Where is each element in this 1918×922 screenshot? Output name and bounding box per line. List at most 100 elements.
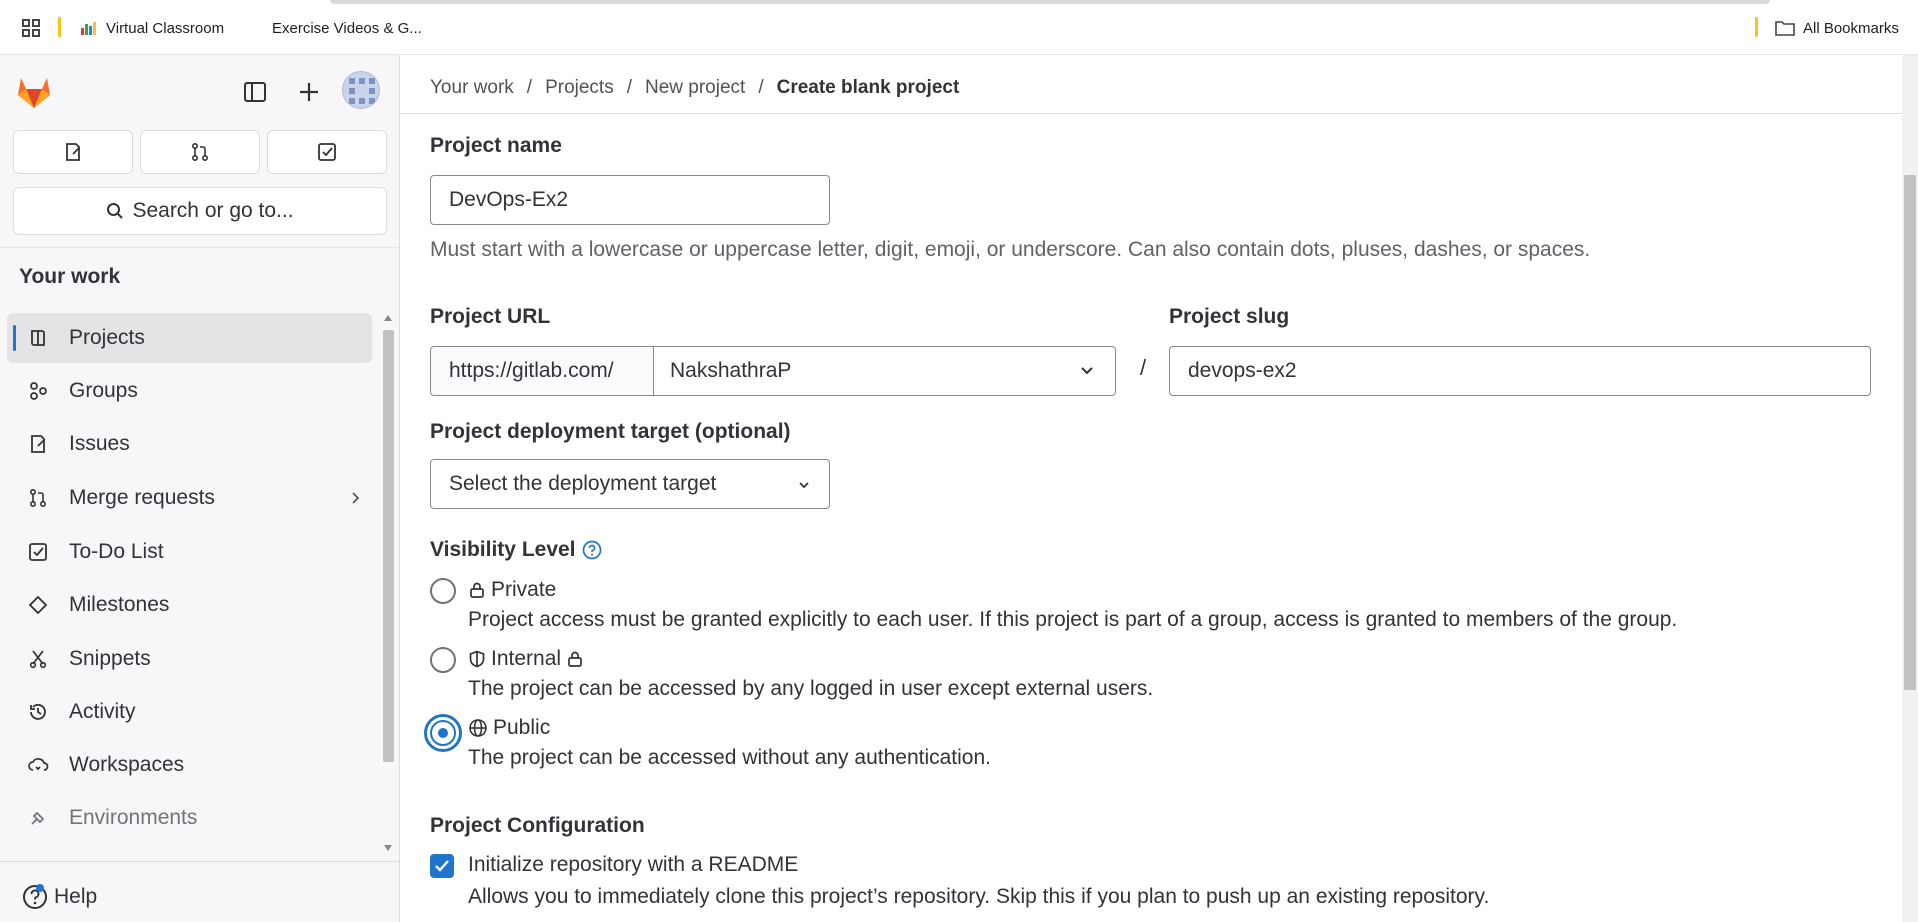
sidebar-item-label: Merge requests [69,486,215,509]
chevron-down-icon [1079,363,1095,379]
sidebar-item-milestones[interactable]: Milestones [7,580,372,630]
scroll-up-arrow-icon[interactable] [383,314,393,322]
breadcrumb-projects[interactable]: Projects [545,77,614,99]
breadcrumb-new-project[interactable]: New project [645,77,745,99]
sidebar-item-label: Activity [69,700,136,723]
bookmark-exercise-videos[interactable]: Exercise Videos & G... [248,16,422,40]
visibility-option-label: Private [491,578,557,601]
namespace-select[interactable]: NakshathraP [653,346,1116,396]
sidebar-item-label: To-Do List [69,540,164,563]
main-content: Your work / Projects / New project / Cre… [400,55,1918,922]
visibility-internal-radio[interactable] [430,647,456,673]
main-scroll-thumb[interactable] [1904,175,1916,690]
sidebar-item-label: Issues [69,432,130,455]
visibility-public-desc: The project can be accessed without any … [468,746,991,769]
issues-icon [27,433,49,455]
all-bookmarks-button[interactable]: All Bookmarks [1775,16,1899,40]
chart-favicon-icon [80,20,98,36]
blank-favicon-icon [248,20,266,36]
deployment-target-value: Select the deployment target [449,472,717,495]
sidebar-scrollbar[interactable] [380,308,396,858]
project-slug-label: Project slug [1169,305,1290,328]
sidebar-footer: Help [0,861,400,922]
project-icon [27,327,49,349]
visibility-public-radio[interactable] [430,720,456,746]
checkmark-icon [435,860,449,872]
bookmark-separator [1755,17,1758,37]
sidebar-item-environments[interactable]: Environments [7,793,372,843]
todo-icon [27,541,49,563]
deployment-target-label: Project deployment target (optional) [430,420,791,443]
help-button[interactable]: Help [22,884,97,910]
sidebar-item-projects[interactable]: Projects [7,313,372,363]
sidebar-item-label: Projects [69,326,145,349]
bookmark-label: Exercise Videos & G... [272,19,422,37]
visibility-private-radio[interactable] [430,578,456,604]
main-scrollbar[interactable] [1902,55,1918,922]
sidebar-item-activity[interactable]: Activity [7,687,372,737]
todo-button[interactable] [267,130,387,174]
readme-desc: Allows you to immediately clone this pro… [468,885,1490,908]
new-plus-icon[interactable] [292,75,326,109]
search-icon [106,202,124,220]
globe-icon [468,718,488,738]
visibility-private-option[interactable]: Private [468,578,556,602]
sidebar-item-todo-list[interactable]: To-Do List [7,527,372,577]
sidebar-item-groups[interactable]: Groups [7,366,372,416]
project-configuration-label: Project Configuration [430,814,645,837]
gitlab-logo-icon[interactable] [16,75,52,109]
lock-icon [468,581,486,599]
visibility-level-label: Visibility Level [430,538,576,561]
question-help-icon[interactable] [582,540,602,560]
todo-icon [317,142,337,162]
snippet-icon [27,648,49,670]
project-name-hint: Must start with a lowercase or uppercase… [430,238,1591,261]
search-label: Search or go to... [132,199,294,222]
chevron-down-icon [797,479,811,491]
bookmark-label: Virtual Classroom [106,19,225,37]
assigned-issues-button[interactable] [13,130,133,174]
project-name-label: Project name [430,134,562,157]
sidebar-item-issues[interactable]: Issues [7,419,372,469]
workspace-icon [27,754,49,776]
issues-icon [63,142,83,162]
chevron-right-icon [350,491,360,505]
sidebar-item-workspaces[interactable]: Workspaces [7,740,372,790]
search-button[interactable]: Search or go to... [13,187,387,235]
bookmarks-bar: Virtual Classroom Exercise Videos & G...… [0,0,1918,55]
milestone-icon [27,594,49,616]
visibility-internal-option[interactable]: Internal [468,647,584,671]
url-prefix: https://gitlab.com/ [430,346,654,396]
scroll-down-arrow-icon[interactable] [383,844,393,852]
merge-request-icon [190,142,210,162]
merge-requests-button[interactable] [140,130,260,174]
apps-grid-icon[interactable] [22,16,40,40]
breadcrumb-current[interactable]: Create blank project [777,77,960,99]
folder-icon [1775,20,1795,36]
visibility-public-option[interactable]: Public [468,716,550,740]
visibility-option-label: Internal [491,647,562,670]
sidebar-item-label: Snippets [69,647,151,670]
sidebar-item-label: Environments [69,806,198,829]
readme-option-label[interactable]: Initialize repository with a README [468,853,798,877]
sidebar-item-merge-requests[interactable]: Merge requests [7,473,372,523]
sidebar-item-snippets[interactable]: Snippets [7,634,372,684]
sidebar-scroll-thumb[interactable] [383,330,394,762]
project-name-input[interactable]: DevOps-Ex2 [430,175,830,225]
all-bookmarks-label: All Bookmarks [1803,19,1899,37]
toggle-sidebar-icon[interactable] [238,75,272,109]
breadcrumb-your-work[interactable]: Your work [430,77,514,99]
namespace-value: NakshathraP [670,359,792,382]
avatar[interactable] [342,71,380,109]
project-slug-input[interactable]: devops-ex2 [1169,346,1871,396]
project-url-label: Project URL [430,305,551,328]
sidebar-item-label: Milestones [69,593,170,616]
bookmark-virtual-classroom[interactable]: Virtual Classroom [80,16,224,40]
sidebar-item-label: Groups [69,379,138,402]
deployment-target-select[interactable]: Select the deployment target [430,459,830,509]
sidebar-item-label: Workspaces [69,753,185,776]
lock-icon [566,650,584,668]
readme-checkbox[interactable] [430,854,454,878]
environment-icon [27,807,49,829]
header-divider [400,113,1902,114]
